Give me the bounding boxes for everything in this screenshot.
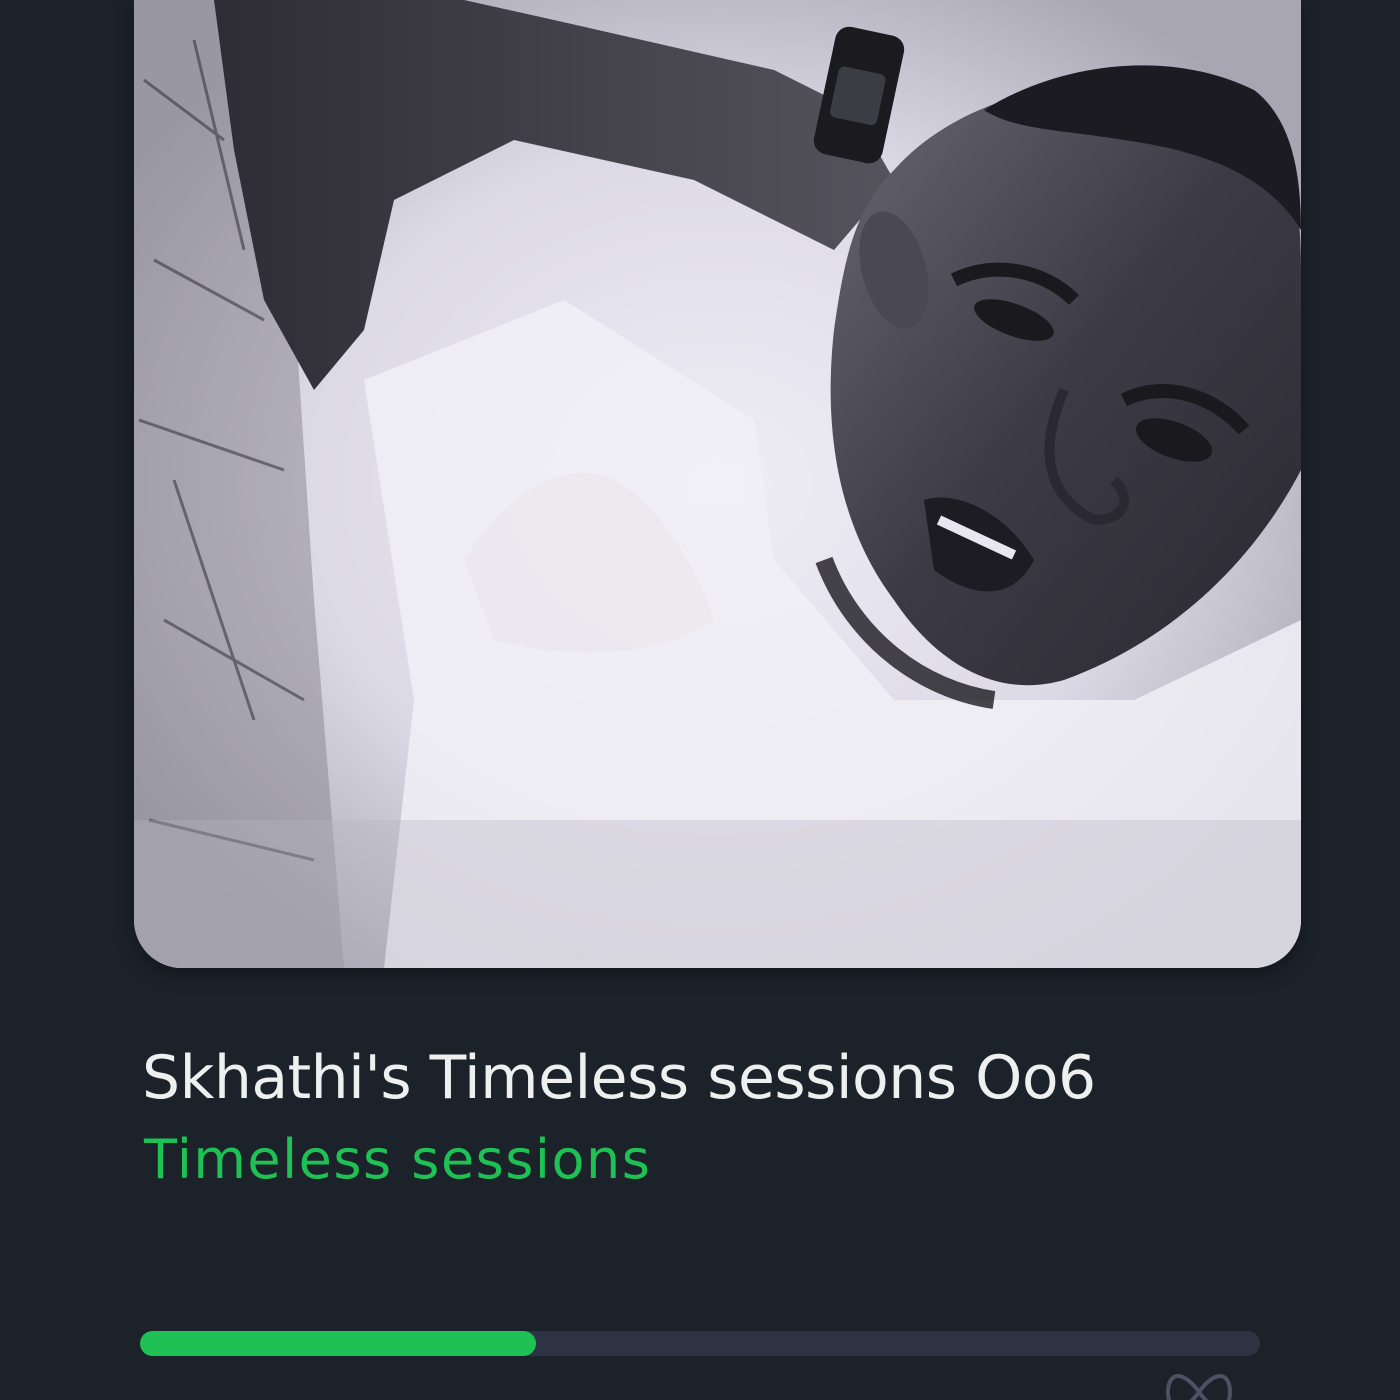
now-playing-screen: Skhathi's Timeless sessions Oo6 Timeless… — [0, 0, 1400, 1400]
track-title: Skhathi's Timeless sessions Oo6 — [142, 1043, 1096, 1113]
cover-art-image — [134, 0, 1301, 968]
album-artwork — [134, 0, 1301, 968]
infinity-icon[interactable] — [1166, 1366, 1232, 1400]
progress-bar[interactable] — [140, 1331, 1260, 1356]
album-name[interactable]: Timeless sessions — [144, 1122, 651, 1198]
progress-bar-fill — [140, 1331, 537, 1356]
